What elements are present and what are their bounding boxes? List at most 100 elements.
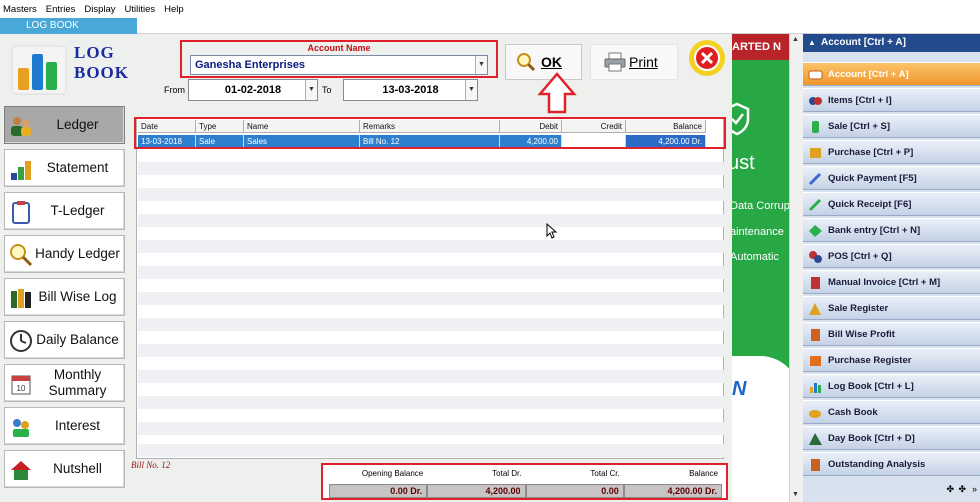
to-date-value: 13-03-2018 bbox=[382, 84, 439, 96]
stairs-chart-icon bbox=[11, 161, 31, 180]
cash-book-icon bbox=[809, 410, 821, 418]
menu-masters[interactable]: Masters bbox=[3, 4, 37, 15]
menu-bar: Masters Entries Display Utilities Help bbox=[0, 0, 980, 18]
sidebar-item-label: T-Ledger bbox=[50, 203, 105, 218]
chevron-down-icon[interactable]: ▼ bbox=[465, 80, 477, 100]
sidebar-item-ledger[interactable]: Ledger bbox=[4, 106, 125, 144]
overflow-icon[interactable]: » bbox=[972, 484, 977, 494]
panel-item-day-book[interactable]: Day Book [Ctrl + D] bbox=[803, 426, 980, 450]
opening-balance-label: Opening Balance bbox=[361, 469, 424, 478]
from-date-value: 01-02-2018 bbox=[224, 84, 282, 96]
menu-entries[interactable]: Entries bbox=[46, 4, 76, 15]
log-book-icon bbox=[810, 383, 821, 393]
panel-item-label: Purchase [Ctrl + P] bbox=[828, 147, 914, 158]
panel-item-label: Account [Ctrl + A] bbox=[828, 69, 909, 80]
menu-display[interactable]: Display bbox=[84, 4, 115, 15]
panel-item-manual-invoice[interactable]: Manual Invoice [Ctrl + M] bbox=[803, 270, 980, 294]
items-icon bbox=[809, 97, 822, 105]
users-icon bbox=[11, 117, 31, 136]
sidebar-item-nutshell[interactable]: Nutshell bbox=[4, 450, 125, 488]
panel-item-items[interactable]: Items [Ctrl + I] bbox=[803, 88, 980, 112]
sidebar-item-t-ledger[interactable]: T-Ledger bbox=[4, 192, 125, 230]
panel-item-sale-register[interactable]: Sale Register bbox=[803, 296, 980, 320]
chevron-down-icon[interactable]: ▼ bbox=[475, 56, 487, 74]
clock-icon bbox=[10, 330, 32, 352]
sidebar-item-monthly-summary[interactable]: 10 Monthly Summary bbox=[4, 364, 125, 402]
print-button[interactable]: Print bbox=[590, 44, 678, 80]
col-type[interactable]: Type bbox=[196, 120, 244, 133]
bill-note: Bill No. 12 bbox=[131, 460, 171, 470]
col-name[interactable]: Name bbox=[244, 120, 360, 133]
account-name-label: Account Name bbox=[307, 43, 371, 53]
panel-item-bank-entry[interactable]: Bank entry [Ctrl + N] bbox=[803, 218, 980, 242]
scroll-down-icon[interactable]: ▼ bbox=[792, 491, 799, 498]
small-toolbar-icon[interactable]: ✤ bbox=[958, 484, 966, 495]
sidebar-item-interest[interactable]: Interest bbox=[4, 407, 125, 445]
table-row[interactable]: 13-03-2018 Sale Sales Bill No. 12 4,200.… bbox=[138, 135, 706, 148]
col-balance[interactable]: Balance bbox=[626, 120, 706, 133]
promo-line-3: Automatic bbox=[732, 251, 779, 263]
col-credit[interactable]: Credit bbox=[562, 120, 626, 133]
empty-row bbox=[138, 422, 724, 435]
sidebar-item-label: Handy Ledger bbox=[35, 246, 120, 261]
log-book-window: LOG BOOK Account Name Ganesha Enterprise… bbox=[0, 34, 732, 502]
chevron-down-icon[interactable]: ▼ bbox=[305, 80, 317, 100]
log-book-table: Date Type Name Remarks Debit Credit Bala… bbox=[136, 117, 724, 459]
account-name-select[interactable]: Ganesha Enterprises ▼ bbox=[190, 55, 488, 75]
tab-log-book[interactable]: LOG BOOK bbox=[0, 18, 137, 34]
sidebar-item-bill-wise-log[interactable]: Bill Wise Log bbox=[4, 278, 125, 316]
sidebar-item-label: Nutshell bbox=[53, 461, 102, 476]
col-debit[interactable]: Debit bbox=[500, 120, 562, 133]
sidebar-item-statement[interactable]: Statement bbox=[4, 149, 125, 187]
sidebar-item-label: Monthly Summary bbox=[48, 367, 107, 398]
from-date-field[interactable]: 01-02-2018 ▼ bbox=[188, 79, 318, 101]
close-icon[interactable] bbox=[687, 38, 727, 78]
bill-wise-profit-icon bbox=[811, 329, 820, 341]
menu-utilities[interactable]: Utilities bbox=[125, 4, 156, 15]
panel-item-account[interactable]: Account [Ctrl + A] bbox=[803, 62, 980, 86]
sidebar-item-daily-balance[interactable]: Daily Balance bbox=[4, 321, 125, 359]
col-date[interactable]: Date bbox=[138, 120, 196, 133]
bank-entry-icon bbox=[809, 225, 822, 237]
cell-credit bbox=[562, 135, 626, 148]
panel-title[interactable]: ▲ Account [Ctrl + A] bbox=[803, 34, 980, 52]
table-header: Date Type Name Remarks Debit Credit Bala… bbox=[138, 120, 706, 133]
panel-item-pos[interactable]: POS [Ctrl + Q] bbox=[803, 244, 980, 268]
panel-item-label: Purchase Register bbox=[828, 355, 912, 366]
panel-item-label: Quick Payment [F5] bbox=[828, 173, 917, 184]
panel-item-label: Items [Ctrl + I] bbox=[828, 95, 892, 106]
panel-item-label: Day Book [Ctrl + D] bbox=[828, 433, 915, 444]
panel-item-label: Bank entry [Ctrl + N] bbox=[828, 225, 921, 236]
account-icon bbox=[808, 70, 823, 80]
panel-item-label: Outstanding Analysis bbox=[828, 459, 926, 470]
cell-debit: 4,200.00 bbox=[500, 135, 562, 148]
outstanding-analysis-icon bbox=[811, 459, 820, 471]
menu-help[interactable]: Help bbox=[164, 4, 184, 15]
vertical-scrollbar[interactable]: ▲ ▼ bbox=[789, 34, 803, 502]
panel-item-quick-payment[interactable]: Quick Payment [F5] bbox=[803, 166, 980, 190]
panel-item-purchase[interactable]: Purchase [Ctrl + P] bbox=[803, 140, 980, 164]
panel-item-cash-book[interactable]: Cash Book bbox=[803, 400, 980, 424]
sidebar-item-label: Statement bbox=[46, 160, 109, 175]
panel-item-quick-receipt[interactable]: Quick Receipt [F6] bbox=[803, 192, 980, 216]
quick-payment-icon bbox=[808, 172, 822, 186]
panel-item-log-book[interactable]: Log Book [Ctrl + L] bbox=[803, 374, 980, 398]
scroll-up-icon[interactable]: ▲ bbox=[792, 36, 799, 43]
small-toolbar-icon[interactable]: ✤ bbox=[946, 484, 954, 495]
cell-balance: 4,200.00 Dr. bbox=[626, 135, 706, 148]
panel-item-bill-wise-profit[interactable]: Bill Wise Profit bbox=[803, 322, 980, 346]
sidebar-item-handy-ledger[interactable]: Handy Ledger bbox=[4, 235, 125, 273]
app-title: LOG BOOK bbox=[74, 43, 129, 83]
to-date-field[interactable]: 13-03-2018 ▼ bbox=[343, 79, 478, 101]
chevron-up-icon[interactable]: ▲ bbox=[808, 34, 816, 52]
books-icon bbox=[11, 289, 31, 308]
panel-item-label: Cash Book bbox=[828, 407, 878, 418]
total-cr-value: 0.00 bbox=[525, 484, 624, 498]
empty-row bbox=[138, 444, 724, 457]
cell-type: Sale bbox=[196, 135, 244, 148]
panel-item-purchase-register[interactable]: Purchase Register bbox=[803, 348, 980, 372]
panel-item-outstanding-analysis[interactable]: Outstanding Analysis bbox=[803, 452, 980, 476]
panel-item-sale[interactable]: Sale [Ctrl + S] bbox=[803, 114, 980, 138]
total-cr-label: Total Cr. bbox=[590, 469, 620, 478]
col-remarks[interactable]: Remarks bbox=[360, 120, 500, 133]
